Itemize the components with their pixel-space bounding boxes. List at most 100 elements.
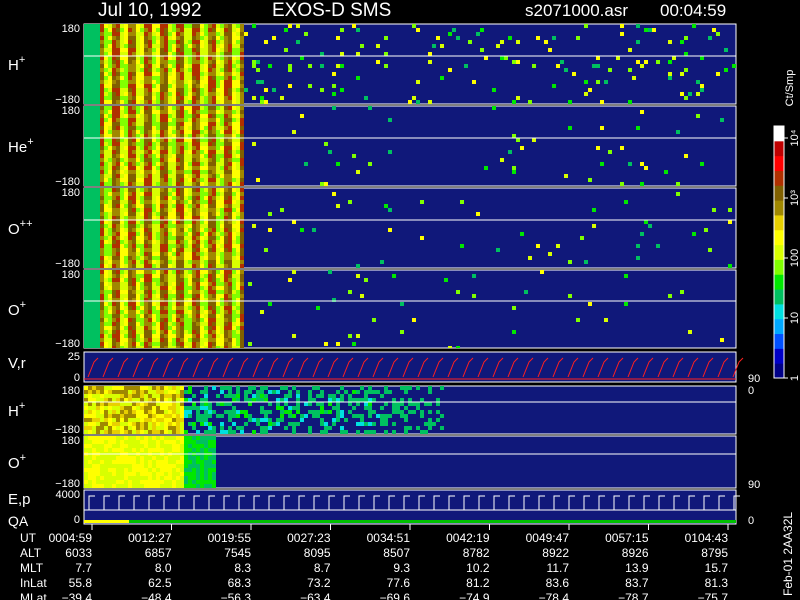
axis-row-label: ALT: [20, 546, 42, 560]
heatmap-cell: [228, 334, 232, 338]
heatmap-cell: [96, 236, 100, 240]
heatmap-cell: [88, 80, 92, 84]
heatmap-cell: [200, 232, 204, 236]
heatmap-cell: [112, 338, 116, 342]
heatmap-cell: [156, 410, 160, 414]
heatmap-cell: [104, 114, 108, 118]
heatmap-cell: [152, 158, 156, 162]
heatmap-cell: [108, 456, 112, 460]
heatmap-cell: [204, 286, 208, 290]
heatmap-cell: [152, 398, 156, 402]
heatmap-cell: [240, 278, 244, 282]
heatmap-cell: [228, 64, 232, 68]
heatmap-cell: [304, 414, 308, 418]
heatmap-cell: [260, 100, 264, 104]
heatmap-cell: [92, 282, 96, 286]
heatmap-cell: [240, 24, 244, 28]
heatmap-cell: [140, 244, 144, 248]
heatmap-cell: [104, 394, 108, 398]
heatmap-cell: [164, 430, 168, 434]
heatmap-cell: [200, 126, 204, 130]
heatmap-cell: [144, 60, 148, 64]
heatmap-cell: [128, 402, 132, 406]
heatmap-cell: [236, 28, 240, 32]
heatmap-cell: [176, 240, 180, 244]
heatmap-cell: [220, 224, 224, 228]
heatmap-cell: [100, 472, 104, 476]
heatmap-cell: [480, 28, 484, 32]
heatmap-cell: [120, 174, 124, 178]
heatmap-cell: [160, 56, 164, 60]
heatmap-cell: [624, 200, 628, 204]
heatmap-cell: [136, 52, 140, 56]
heatmap-cell: [184, 480, 188, 484]
colorbar-swatch: [774, 318, 784, 335]
heatmap-cell: [92, 330, 96, 334]
heatmap-cell: [160, 310, 164, 314]
heatmap-cell: [196, 232, 200, 236]
axis-cell-inlat: 81.2: [466, 576, 490, 590]
heatmap-cell: [92, 270, 96, 274]
heatmap-cell: [96, 338, 100, 342]
heatmap-cell: [268, 402, 272, 406]
heatmap-cell: [192, 114, 196, 118]
heatmap-cell: [172, 444, 176, 448]
heatmap-cell: [88, 178, 92, 182]
heatmap-cell: [172, 472, 176, 476]
heatmap-cell: [88, 274, 92, 278]
heatmap-cell: [156, 48, 160, 52]
heatmap-cell: [156, 260, 160, 264]
heatmap-cell: [332, 418, 336, 422]
y-tick-top: 25: [68, 351, 80, 363]
heatmap-cell: [112, 60, 116, 64]
heatmap-cell: [184, 440, 188, 444]
heatmap-cell: [112, 114, 116, 118]
heatmap-cell: [232, 72, 236, 76]
heatmap-cell: [144, 422, 148, 426]
heatmap-cell: [192, 294, 196, 298]
heatmap-cell: [180, 422, 184, 426]
heatmap-cell: [112, 426, 116, 430]
heatmap-cell: [416, 100, 420, 104]
heatmap-cell: [256, 422, 260, 426]
heatmap-cell: [200, 48, 204, 52]
heatmap-cell: [200, 64, 204, 68]
heatmap-cell: [220, 154, 224, 158]
heatmap-cell: [124, 84, 128, 88]
heatmap-cell: [264, 414, 268, 418]
heatmap-cell: [232, 182, 236, 186]
heatmap-cell: [276, 418, 280, 422]
heatmap-cell: [188, 290, 192, 294]
heatmap-cell: [88, 240, 92, 244]
heatmap-cell: [336, 390, 340, 394]
heatmap-cell: [212, 126, 216, 130]
heatmap-cell: [208, 142, 212, 146]
heatmap-cell: [148, 484, 152, 488]
heatmap-cell: [224, 118, 228, 122]
heatmap-cell: [176, 444, 180, 448]
heatmap-cell: [116, 188, 120, 192]
heatmap-cell: [124, 248, 128, 252]
heatmap-cell: [440, 44, 444, 48]
heatmap-cell: [168, 200, 172, 204]
heatmap-cell: [144, 192, 148, 196]
heatmap-cell: [112, 306, 116, 310]
heatmap-cell: [212, 264, 216, 268]
heatmap-cell: [116, 56, 120, 60]
heatmap-cell: [132, 306, 136, 310]
heatmap-cell: [104, 346, 108, 348]
heatmap-cell: [172, 44, 176, 48]
heatmap-cell: [212, 260, 216, 264]
heatmap-cell: [136, 84, 140, 88]
heatmap-cell: [132, 212, 136, 216]
heatmap-cell: [112, 440, 116, 444]
heatmap-cell: [236, 40, 240, 44]
heatmap-cell: [348, 200, 352, 204]
heatmap-cell: [136, 436, 140, 440]
heatmap-cell: [212, 36, 216, 40]
heatmap-cell: [192, 278, 196, 282]
heatmap-cell: [212, 174, 216, 178]
axis-cell-mlt: 11.7: [547, 561, 570, 575]
heatmap-cell: [212, 196, 216, 200]
heatmap-cell: [208, 252, 212, 256]
